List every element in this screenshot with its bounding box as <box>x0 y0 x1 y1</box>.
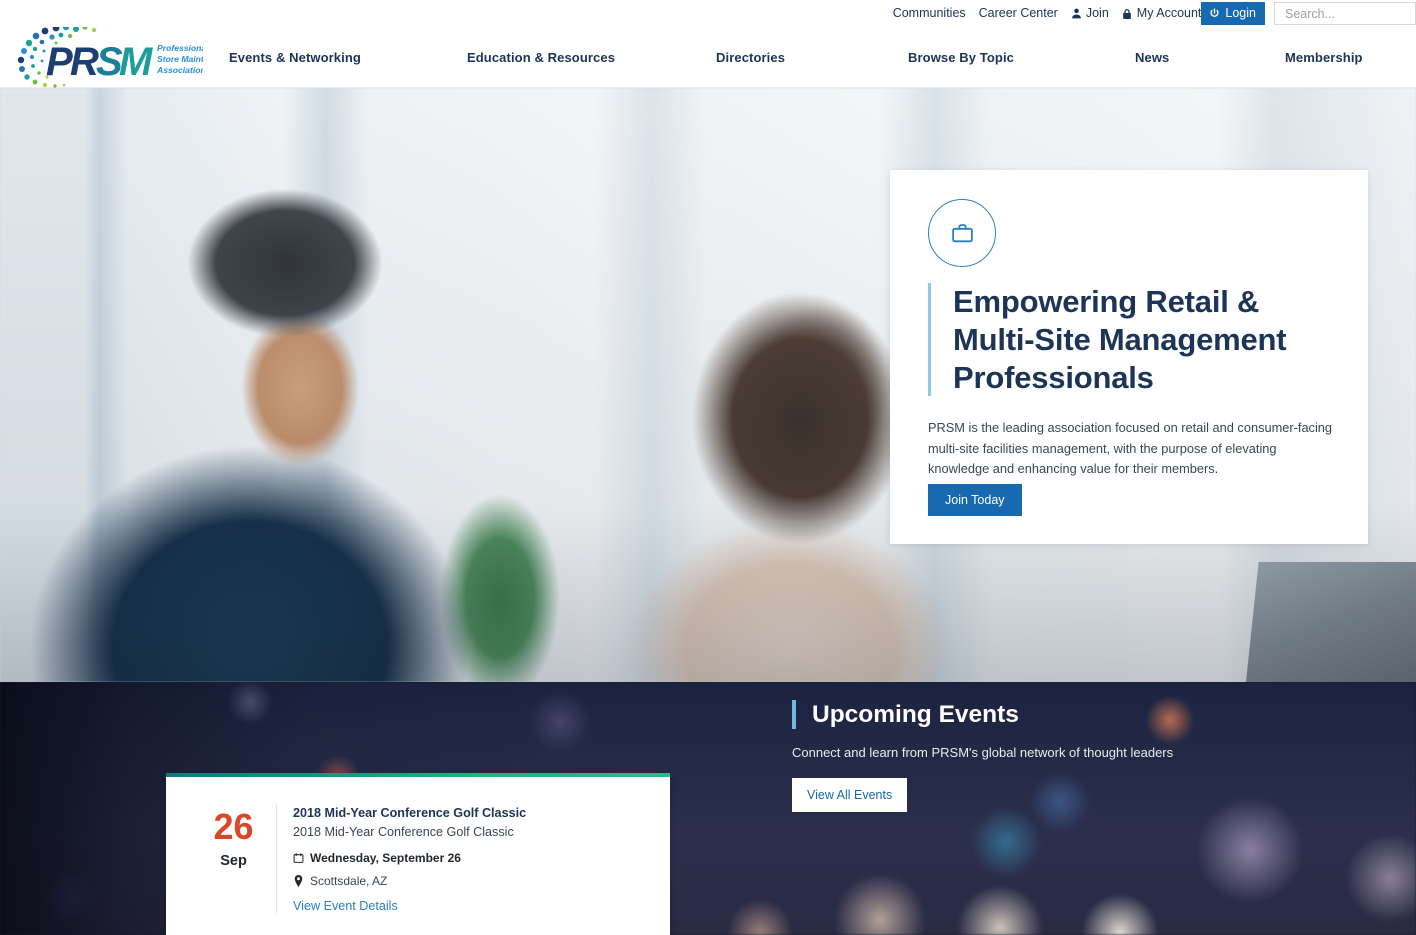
nav-item-events-networking[interactable]: Events & Networking <box>229 50 361 65</box>
utility-link-label: Communities <box>892 6 966 21</box>
main-navigation: Events & Networking Education & Resource… <box>212 27 1416 88</box>
calendar-icon <box>293 852 304 864</box>
svg-text:R: R <box>70 40 99 84</box>
events-heading: Upcoming Events <box>812 701 1019 728</box>
login-button[interactable]: Login <box>1201 1 1265 26</box>
logo-tagline-2: Store Maintenance <box>157 54 203 64</box>
logo-tagline-3: Association <box>156 65 203 75</box>
event-date-row: Wednesday, September 26 <box>293 851 654 865</box>
hero-heading: Empowering Retail & Multi-Site Managemen… <box>953 284 1287 395</box>
hero-card: Empowering Retail & Multi-Site Managemen… <box>890 170 1368 544</box>
utility-link-join[interactable]: Join <box>1071 7 1109 20</box>
nav-item-membership[interactable]: Membership <box>1285 50 1363 65</box>
prsm-logo[interactable]: P R S M Professional Retail Store Mainte… <box>8 23 203 89</box>
event-title-link[interactable]: 2018 Mid-Year Conference Golf Classic <box>293 805 654 822</box>
event-card: 26 Sep 2018 Mid-Year Conference Golf Cla… <box>166 773 670 935</box>
event-date-block: 26 Sep <box>195 806 272 870</box>
site-header: P R S M Professional Retail Store Mainte… <box>0 23 1416 88</box>
utility-link-label: My Account <box>1136 6 1202 21</box>
nav-item-news[interactable]: News <box>1135 50 1169 65</box>
svg-text:P: P <box>46 40 73 84</box>
user-icon <box>1071 8 1082 20</box>
events-heading-wrap: Upcoming Events <box>792 700 1019 730</box>
join-today-button[interactable]: Join Today <box>928 484 1022 516</box>
power-icon <box>1209 8 1220 20</box>
utility-bar: Communities Career Center Join My Accoun… <box>0 0 1416 27</box>
hero-heading-wrap: Empowering Retail & Multi-Site Managemen… <box>928 283 1328 397</box>
briefcase-icon <box>928 199 996 267</box>
event-card-top-border <box>166 773 670 777</box>
utility-link-label: Join <box>1085 6 1109 21</box>
utility-link-communities[interactable]: Communities <box>893 7 966 20</box>
page-root: Communities Career Center Join My Accoun… <box>0 0 1416 935</box>
search-input[interactable] <box>1275 3 1415 24</box>
events-subheading: Connect and learn from PRSM's global net… <box>792 745 1174 760</box>
nav-item-directories[interactable]: Directories <box>716 50 785 65</box>
lock-icon <box>1122 8 1133 20</box>
hero-section: Empowering Retail & Multi-Site Managemen… <box>0 88 1416 682</box>
nav-item-education-resources[interactable]: Education & Resources <box>467 50 615 65</box>
event-info: 2018 Mid-Year Conference Golf Classic 20… <box>276 805 654 913</box>
event-month: Sep <box>220 853 247 869</box>
event-location-text: Scottsdale, AZ <box>310 873 388 888</box>
event-day: 26 <box>213 806 254 847</box>
laptop-decoration <box>1246 562 1416 682</box>
svg-text:M: M <box>119 40 154 84</box>
event-location-row: Scottsdale, AZ <box>293 874 654 888</box>
nav-item-browse-by-topic[interactable]: Browse By Topic <box>908 50 1014 65</box>
logo-tagline-1: Professional Retail <box>157 43 203 53</box>
search-box[interactable] <box>1274 2 1416 25</box>
hero-body-text: PRSM is the leading association focused … <box>928 420 1333 477</box>
event-date-text: Wednesday, September 26 <box>310 850 461 865</box>
utility-link-career-center[interactable]: Career Center <box>979 7 1058 20</box>
event-description: 2018 Mid-Year Conference Golf Classic <box>293 825 514 839</box>
utility-link-my-account[interactable]: My Account <box>1122 6 1202 21</box>
utility-link-label: Career Center <box>978 6 1058 21</box>
view-event-details-link[interactable]: View Event Details <box>293 899 654 913</box>
upcoming-events-section: Upcoming Events Connect and learn from P… <box>0 682 1416 935</box>
map-pin-icon <box>293 874 304 887</box>
login-button-label: Login <box>1225 5 1256 20</box>
view-all-events-button[interactable]: View All Events <box>792 778 908 812</box>
